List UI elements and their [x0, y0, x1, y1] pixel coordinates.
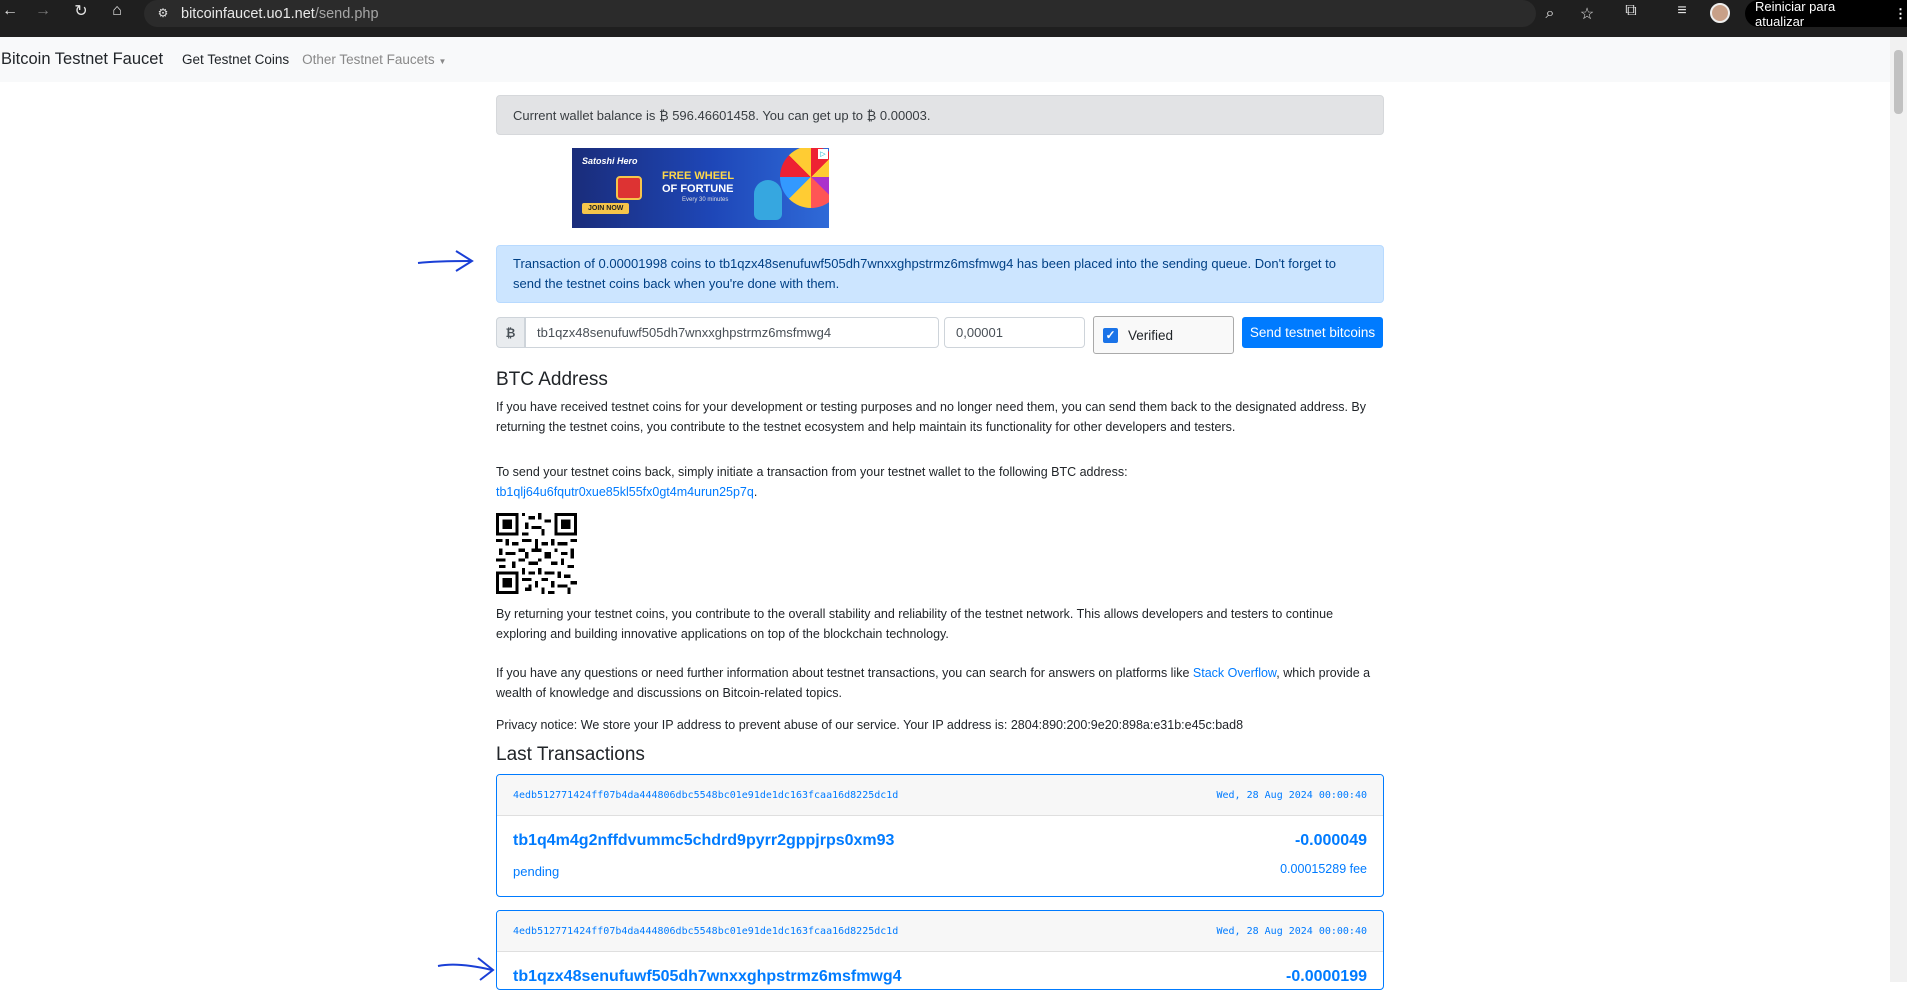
transaction-amount: -0.0000199 — [1286, 968, 1367, 985]
ad-brand: Satoshi Hero — [582, 156, 638, 166]
url-domain: bitcoinfaucet.uo1.net — [181, 5, 315, 22]
ad-sub: Every 30 minutes — [682, 197, 729, 203]
back-icon[interactable]: ← — [0, 1, 20, 21]
url-path: /send.php — [314, 5, 379, 22]
captcha-label: Verified — [1128, 327, 1174, 343]
transaction-date: Wed, 28 Aug 2024 00:00:40 — [1216, 789, 1367, 801]
forward-icon[interactable]: → — [33, 1, 53, 21]
nav-other-testnet-faucets[interactable]: Other Testnet Faucets ▼ — [302, 52, 446, 67]
media-control-icon[interactable]: ≡ — [1672, 1, 1692, 21]
balance-alert: Current wallet balance is ₿ 596.46601458… — [496, 95, 1384, 135]
transaction-address[interactable]: tb1q4m4g2nffdvummc5chdrd9pyrr2gppjrps0xm… — [513, 832, 894, 850]
ad-mascot — [754, 180, 782, 220]
update-button[interactable]: Reiniciar para atualizar ⋮ — [1745, 0, 1907, 29]
success-alert: Transaction of 0.00001998 coins to tb1qz… — [496, 245, 1384, 303]
address-input[interactable]: tb1qzx48senufuwf505dh7wnxxghpstrmz6msfmw… — [525, 317, 939, 348]
ad-banner[interactable]: Satoshi Hero FREE WHEEL OF FORTUNE Every… — [572, 148, 829, 228]
transaction-id[interactable]: 4edb512771424ff07b4da444806dbc5548bc01e9… — [513, 926, 898, 937]
btc-address-para-3: By returning your testnet coins, you con… — [496, 607, 1334, 641]
annotation-arrow-bottom — [437, 957, 495, 981]
profile-avatar[interactable] — [1710, 3, 1730, 23]
nav-other-label: Other Testnet Faucets — [302, 52, 435, 67]
more-menu-icon[interactable]: ⋮ — [1894, 6, 1907, 22]
return-address-qr-code — [496, 513, 577, 594]
transaction-amount: -0.000049 — [1294, 832, 1367, 849]
transaction-card[interactable]: 4edb512771424ff07b4da444806dbc5548bc01e9… — [496, 910, 1384, 990]
para4-before: If you have any questions or need furthe… — [496, 666, 1193, 680]
site-info-icon[interactable]: ⚙ — [154, 4, 172, 22]
amount-input[interactable]: 0,00001 — [944, 317, 1085, 348]
site-navbar: Bitcoin Testnet Faucet Get Testnet Coins… — [0, 37, 1907, 82]
transaction-date: Wed, 28 Aug 2024 00:00:40 — [1216, 925, 1367, 937]
period: . — [753, 485, 758, 499]
transaction-body: tb1qzx48senufuwf505dh7wnxxghpstrmz6msfmw… — [497, 952, 1383, 989]
extensions-icon[interactable]: ⧉ — [1621, 1, 1641, 21]
site-brand[interactable]: Bitcoin Testnet Faucet — [1, 50, 163, 69]
last-transactions-heading: Last Transactions — [496, 744, 645, 765]
caret-down-icon: ▼ — [438, 57, 447, 66]
transaction-address[interactable]: tb1qzx48senufuwf505dh7wnxxghpstrmz6msfmw… — [513, 968, 902, 986]
stack-overflow-link[interactable]: Stack Overflow — [1193, 666, 1276, 680]
captcha-widget[interactable]: ✓ Verified — [1093, 316, 1234, 354]
transaction-fee: 0.00015289 fee — [1280, 862, 1367, 876]
url-text[interactable]: bitcoinfaucet.uo1.net/send.php — [181, 6, 379, 22]
ad-headline-2: OF FORTUNE — [662, 183, 734, 195]
transaction-header: 4edb512771424ff07b4da444806dbc5548bc01e9… — [497, 911, 1383, 952]
nav-get-testnet-coins[interactable]: Get Testnet Coins — [182, 52, 289, 67]
transaction-card[interactable]: 4edb512771424ff07b4da444806dbc5548bc01e9… — [496, 774, 1384, 897]
reload-icon[interactable]: ↻ — [71, 1, 91, 21]
home-icon[interactable]: ⌂ — [107, 1, 127, 21]
update-button-label: Reiniciar para atualizar — [1755, 0, 1836, 29]
btc-address-para-1: If you have received testnet coins for y… — [496, 400, 1366, 434]
annotation-arrow-top — [417, 250, 474, 272]
privacy-notice: Privacy notice: We store your IP address… — [496, 718, 1244, 732]
ad-choices-icon[interactable]: ▷ — [818, 149, 828, 159]
ad-slot-machine — [616, 176, 642, 200]
browser-toolbar: ← → ↻ ⌂ ⚙ bitcoinfaucet.uo1.net/send.php… — [0, 0, 1907, 37]
checkbox-checked-icon[interactable]: ✓ — [1103, 327, 1118, 343]
transaction-body: tb1q4m4g2nffdvummc5chdrd9pyrr2gppjrps0xm… — [497, 816, 1383, 896]
btc-address-para-2: To send your testnet coins back, simply … — [496, 462, 1384, 502]
zoom-icon[interactable]: ⌕ — [1540, 4, 1560, 24]
btc-address-para-4: If you have any questions or need furthe… — [496, 663, 1384, 703]
bitcoin-symbol-addon: ₿ — [496, 317, 525, 348]
transaction-header: 4edb512771424ff07b4da444806dbc5548bc01e9… — [497, 775, 1383, 816]
return-instructions: To send your testnet coins back, simply … — [496, 465, 1128, 479]
scrollbar-thumb[interactable] — [1894, 50, 1903, 114]
ad-headline-1: FREE WHEEL — [662, 170, 735, 182]
btc-address-heading: BTC Address — [496, 369, 608, 390]
scrollbar-track[interactable] — [1890, 37, 1907, 982]
send-testnet-bitcoins-button[interactable]: Send testnet bitcoins — [1242, 317, 1383, 348]
ad-cta[interactable]: JOIN NOW — [582, 203, 630, 214]
bookmark-star-icon[interactable]: ☆ — [1577, 4, 1597, 24]
transaction-id[interactable]: 4edb512771424ff07b4da444806dbc5548bc01e9… — [513, 790, 898, 801]
transaction-status: pending — [513, 864, 560, 879]
return-address-link[interactable]: tb1qlj64u6fqutr0xue85kl55fx0gt4m4urun25p… — [496, 485, 754, 499]
send-form: ₿ tb1qzx48senufuwf505dh7wnxxghpstrmz6msf… — [496, 316, 1384, 354]
address-bar[interactable]: ⚙ bitcoinfaucet.uo1.net/send.php ⌕ ☆ — [144, 0, 1594, 27]
